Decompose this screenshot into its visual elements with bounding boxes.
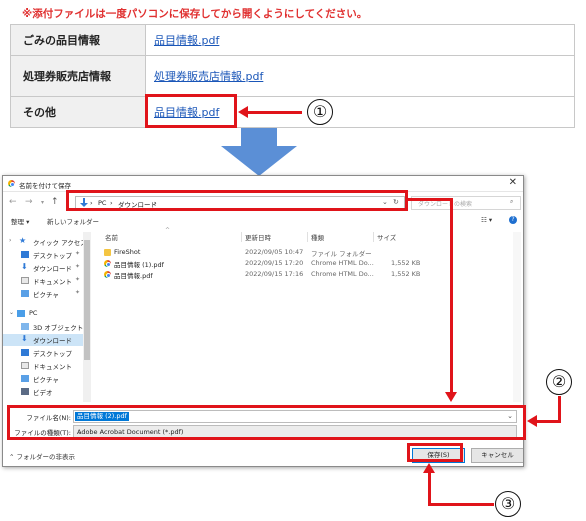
document-icon xyxy=(21,277,29,284)
annotation-connector-line xyxy=(450,198,453,393)
row-label: その他 xyxy=(10,96,146,128)
cube-icon xyxy=(21,323,29,330)
highlight-box-link xyxy=(145,94,237,128)
file-row-fireshot[interactable]: FireShot 2022/09/05 10:47 ファイル フォルダー xyxy=(95,247,425,258)
download-icon: ⬇ xyxy=(21,262,28,271)
tree-scrollbar[interactable] xyxy=(83,232,91,402)
tree-item-documents-pc[interactable]: ドキュメント xyxy=(3,360,83,372)
pin-icon: ✦ xyxy=(75,250,81,257)
dialog-toolbar: 整理 ▾ 新しいフォルダー ☷ ▾ ? xyxy=(3,214,523,228)
column-size[interactable]: サイズ xyxy=(377,232,396,242)
pin-icon: ✦ xyxy=(75,289,81,296)
column-type[interactable]: 種類 xyxy=(311,232,324,242)
expand-icon[interactable]: ⌄ xyxy=(9,309,14,316)
tree-item-desktop-pc[interactable]: デスクトップ xyxy=(3,347,83,359)
download-icon: ⬇ xyxy=(21,334,28,343)
organize-button[interactable]: 整理 ▾ xyxy=(11,216,29,226)
step-number-2: ② xyxy=(546,369,572,395)
recent-dropdown-icon[interactable]: ▾ xyxy=(41,199,44,206)
pin-icon: ✦ xyxy=(75,276,81,283)
row-label: 処理券販売店情報 xyxy=(10,55,146,97)
tree-item-3d-objects[interactable]: 3D オブジェクト xyxy=(3,321,83,333)
highlight-box-address xyxy=(66,190,408,211)
back-button[interactable]: ← xyxy=(9,197,17,207)
document-icon xyxy=(21,362,29,369)
row-label: ごみの品目情報 xyxy=(10,24,146,56)
chevron-up-icon: ⌃ xyxy=(9,453,17,461)
tree-item-pictures[interactable]: ピクチャ ✦ xyxy=(3,288,83,300)
tree-item-downloads[interactable]: ⬇ ダウンロード ✦ xyxy=(3,262,83,274)
help-icon[interactable]: ? xyxy=(509,216,517,224)
picture-icon xyxy=(21,290,29,297)
annotation-arrow-head xyxy=(238,106,248,118)
forward-button[interactable]: → xyxy=(25,197,33,207)
hide-folders-button[interactable]: ⌃ フォルダーの非表示 xyxy=(9,451,75,461)
file-list-scrollbar[interactable] xyxy=(513,232,521,402)
annotation-arrow-line xyxy=(428,472,431,506)
annotation-connector-line xyxy=(406,198,453,201)
cancel-button[interactable]: キャンセル xyxy=(471,448,523,463)
dialog-title: 名前を付けて保存 xyxy=(19,182,71,190)
pc-icon xyxy=(17,310,25,317)
annotation-arrow-line xyxy=(246,111,302,114)
new-folder-button[interactable]: 新しいフォルダー xyxy=(47,216,99,226)
pin-icon: ✦ xyxy=(75,263,81,270)
chrome-icon xyxy=(8,180,15,187)
tree-item-desktop[interactable]: デスクトップ ✦ xyxy=(3,249,83,261)
scrollbar-thumb[interactable] xyxy=(84,240,90,360)
star-icon: ★ xyxy=(19,236,27,245)
chrome-icon xyxy=(104,260,111,267)
close-icon[interactable]: ✕ xyxy=(509,177,517,188)
search-icon: ⌕ xyxy=(510,198,514,205)
annotation-arrow-line xyxy=(536,420,561,423)
tree-item-pc[interactable]: ⌄ PC xyxy=(3,308,83,320)
view-options-button[interactable]: ☷ ▾ xyxy=(481,216,492,224)
annotation-arrow-head xyxy=(445,392,457,402)
file-row-pdf[interactable]: 品目情報.pdf 2022/09/15 17:16 Chrome HTML Do… xyxy=(95,269,425,280)
step-number-1: ① xyxy=(307,99,333,125)
sort-up-icon: ^ xyxy=(165,227,171,234)
tree-item-documents[interactable]: ドキュメント ✦ xyxy=(3,275,83,287)
file-row-pdf-1[interactable]: 品目情報 (1).pdf 2022/09/15 17:20 Chrome HTM… xyxy=(95,258,425,269)
annotation-arrow-head xyxy=(527,415,537,427)
highlight-box-save xyxy=(407,443,463,462)
column-modified[interactable]: 更新日時 xyxy=(245,232,271,242)
navigation-tree: › ★ クイック アクセス デスクトップ ✦ ⬇ ダウンロード ✦ ドキュメント… xyxy=(3,232,91,402)
step-number-3: ③ xyxy=(495,491,521,517)
desktop-icon xyxy=(21,349,29,356)
notice-text: ※添付ファイルは一度パソコンに保存してから開くようにしてください。 xyxy=(22,8,368,20)
tree-item-downloads-selected[interactable]: ⬇ ダウンロード xyxy=(3,334,83,346)
column-name[interactable]: 名前 xyxy=(105,232,118,242)
annotation-arrow-line xyxy=(428,503,494,506)
table-row: 処理券販売店情報 処理券販売店情報.pdf xyxy=(10,55,575,97)
expand-icon[interactable]: › xyxy=(9,237,11,244)
tree-item-videos[interactable]: ビデオ xyxy=(3,386,83,398)
table-row: ごみの品目情報 品目情報.pdf xyxy=(10,24,575,56)
file-list: ^ 名前 更新日時 種類 サイズ FireShot 2022/09/05 10:… xyxy=(95,227,523,402)
tree-item-pictures-pc[interactable]: ピクチャ xyxy=(3,373,83,385)
pdf-link[interactable]: 処理券販売店情報.pdf xyxy=(154,70,263,83)
video-icon xyxy=(21,388,29,395)
picture-icon xyxy=(21,375,29,382)
highlight-box-filename xyxy=(7,405,526,440)
pdf-link[interactable]: 品目情報.pdf xyxy=(154,34,219,47)
desktop-icon xyxy=(21,251,29,258)
annotation-arrow-line xyxy=(558,396,561,423)
down-arrow-icon xyxy=(221,128,297,176)
tree-item-quick-access[interactable]: › ★ クイック アクセス xyxy=(3,236,87,248)
chrome-icon xyxy=(104,271,111,278)
up-button[interactable]: ↑ xyxy=(51,197,59,207)
folder-icon xyxy=(104,249,111,256)
